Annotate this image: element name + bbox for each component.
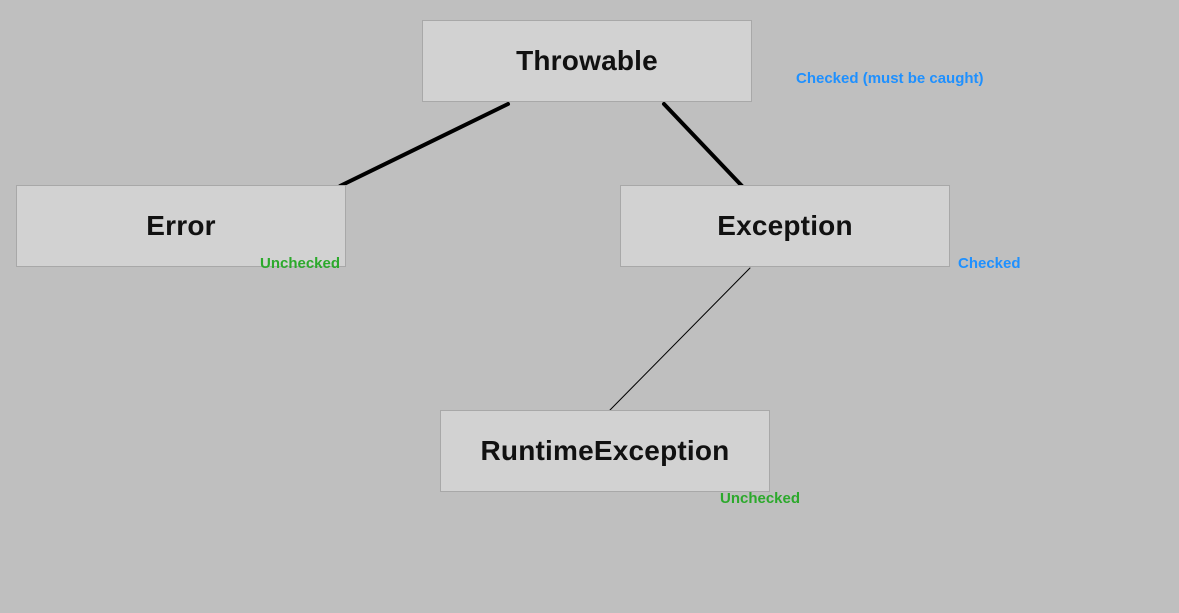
node-exception-label: Exception <box>717 210 853 242</box>
node-error-label: Error <box>146 210 215 242</box>
node-throwable-label: Throwable <box>516 45 658 77</box>
annotation-exception: Checked <box>958 255 1021 272</box>
annotation-error: Unchecked <box>260 255 340 272</box>
edge-throwable-exception <box>664 104 742 186</box>
annotation-runtime: Unchecked <box>720 490 800 507</box>
node-runtime: RuntimeException <box>440 410 770 492</box>
diagram-stage: Throwable Error Exception RuntimeExcepti… <box>0 0 1179 613</box>
node-runtime-label: RuntimeException <box>480 435 729 467</box>
edge-exception-runtime <box>610 268 750 410</box>
node-exception: Exception <box>620 185 950 267</box>
annotation-throwable: Checked (must be caught) <box>796 70 984 87</box>
edge-throwable-error <box>340 104 508 186</box>
node-throwable: Throwable <box>422 20 752 102</box>
